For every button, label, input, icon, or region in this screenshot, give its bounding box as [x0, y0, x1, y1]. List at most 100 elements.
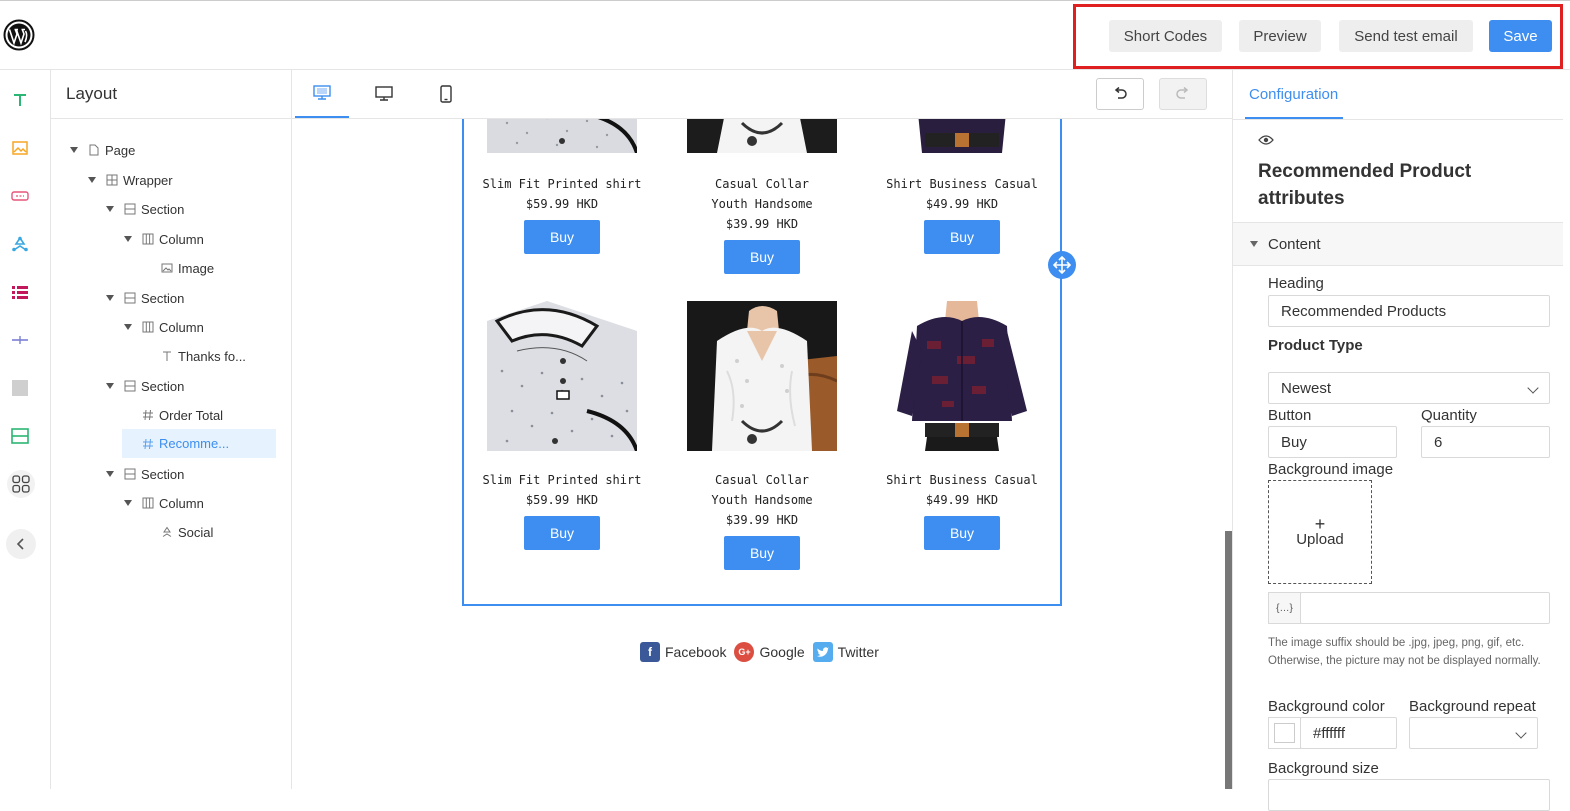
buy-button[interactable]: Buy — [724, 536, 800, 570]
redo-button[interactable] — [1159, 78, 1207, 110]
social-block-icon[interactable] — [9, 233, 31, 255]
tree-item-label: Section — [141, 467, 184, 482]
send-test-email-button[interactable]: Send test email — [1339, 20, 1473, 52]
tree-item-social[interactable]: Social — [161, 521, 213, 543]
hash-icon — [142, 409, 154, 421]
tree-item-image[interactable]: Image — [161, 257, 214, 279]
image-block-icon[interactable] — [9, 137, 31, 159]
background-repeat-label: Background repeat — [1409, 698, 1536, 715]
tree-item-label: Section — [141, 202, 184, 217]
chevron-down-icon — [1515, 727, 1526, 738]
email-canvas: Slim Fit Printed shirt $59.99 HKD Buy Ca… — [292, 119, 1232, 789]
button-text-input[interactable]: Buy — [1268, 426, 1397, 458]
color-swatch[interactable] — [1268, 717, 1301, 749]
button-label: Button — [1268, 407, 1311, 424]
caret-down-icon[interactable] — [124, 236, 132, 242]
social-links: f Facebook G+ Google Twitter — [640, 641, 887, 663]
chevron-down-icon — [1527, 382, 1538, 393]
list-block-icon[interactable] — [9, 281, 31, 303]
caret-down-icon[interactable] — [106, 471, 114, 477]
caret-down-icon[interactable] — [106, 295, 114, 301]
product-card: Casual Collar Youth Handsome $39.99 HKD … — [677, 174, 847, 274]
tree-item-text[interactable]: Thanks fo... — [161, 345, 246, 367]
tree-item-page[interactable]: Page — [70, 139, 135, 161]
wordpress-logo-icon[interactable] — [3, 19, 35, 51]
hash-icon — [142, 438, 154, 450]
preview-button[interactable]: Preview — [1239, 20, 1321, 52]
eye-icon[interactable] — [1258, 134, 1274, 146]
tree-item-recommended[interactable]: Recomme... — [122, 429, 276, 458]
save-button[interactable]: Save — [1489, 20, 1552, 52]
upload-button[interactable]: + Upload — [1268, 480, 1372, 584]
product-price: $39.99 HKD — [677, 214, 847, 234]
divider-block-icon[interactable] — [9, 329, 31, 351]
buy-button[interactable]: Buy — [924, 516, 1000, 550]
social-google[interactable]: G+ Google — [734, 642, 804, 662]
tree-item-wrapper[interactable]: Wrapper — [88, 169, 173, 191]
tree-item-label: Thanks fo... — [178, 349, 246, 364]
product-image-shirt-printed — [487, 119, 637, 153]
tree-item-label: Column — [159, 496, 204, 511]
heading-input[interactable]: Recommended Products — [1268, 295, 1550, 327]
redo-icon — [1175, 87, 1191, 101]
config-divider — [1233, 119, 1563, 120]
tree-item-section[interactable]: Section — [106, 375, 184, 397]
tab-configuration[interactable]: Configuration — [1249, 86, 1338, 103]
tree-item-label: Page — [105, 143, 135, 158]
caret-down-icon[interactable] — [124, 324, 132, 330]
buy-button[interactable]: Buy — [524, 516, 600, 550]
buy-button[interactable]: Buy — [524, 220, 600, 254]
caret-down-icon[interactable] — [106, 206, 114, 212]
product-image-business-casual — [887, 301, 1037, 451]
social-facebook[interactable]: f Facebook — [640, 642, 726, 662]
collapse-panel-button[interactable] — [6, 529, 36, 559]
caret-down-icon[interactable] — [124, 500, 132, 506]
tree-item-label: Wrapper — [123, 173, 173, 188]
wrapper-icon — [106, 174, 118, 186]
buy-button[interactable]: Buy — [724, 240, 800, 274]
caret-down-icon[interactable] — [88, 177, 96, 183]
background-image-url-input[interactable] — [1300, 592, 1550, 624]
section-content-header[interactable]: Content — [1233, 222, 1563, 266]
canvas-scrollbar[interactable] — [1225, 531, 1232, 789]
product-card: Shirt Business Casual $49.99 HKD Buy — [877, 470, 1047, 550]
tree-item-section[interactable]: Section — [106, 198, 184, 220]
tree-item-section[interactable]: Section — [106, 463, 184, 485]
layout-title: Layout — [66, 84, 117, 104]
tab-mobile[interactable] — [419, 70, 473, 118]
social-twitter[interactable]: Twitter — [813, 642, 879, 662]
move-handle-icon[interactable] — [1048, 251, 1076, 279]
social-icon — [161, 526, 173, 538]
product-name: Shirt Business Casual — [877, 174, 1047, 194]
caret-down-icon[interactable] — [106, 383, 114, 389]
background-color-label: Background color — [1268, 698, 1385, 715]
more-blocks-icon[interactable] — [7, 470, 35, 498]
background-color-input[interactable]: #ffffff — [1300, 717, 1397, 749]
layout-divider — [51, 118, 291, 119]
quantity-input[interactable]: 6 — [1421, 426, 1550, 458]
variable-insert-icon[interactable]: {…} — [1268, 592, 1301, 624]
desktop-icon — [375, 86, 393, 102]
short-codes-button[interactable]: Short Codes — [1109, 20, 1222, 52]
section-block-icon[interactable] — [9, 425, 31, 447]
text-icon — [161, 350, 173, 362]
text-block-icon[interactable] — [9, 89, 31, 111]
tree-item-column[interactable]: Column — [124, 492, 204, 514]
caret-down-icon[interactable] — [70, 147, 78, 153]
product-type-select[interactable]: Newest — [1268, 372, 1550, 404]
button-block-icon[interactable] — [9, 185, 31, 207]
tab-responsive[interactable] — [295, 70, 349, 118]
tree-item-column[interactable]: Column — [124, 316, 204, 338]
tab-desktop[interactable] — [357, 70, 411, 118]
tree-item-section[interactable]: Section — [106, 287, 184, 309]
background-repeat-select[interactable] — [1409, 717, 1538, 749]
social-label: Facebook — [665, 644, 726, 660]
product-image-casual-collar — [687, 119, 837, 153]
tree-item-order-total[interactable]: Order Total — [142, 404, 223, 426]
spacer-block-icon[interactable] — [9, 377, 31, 399]
product-name: Slim Fit Printed shirt — [477, 470, 647, 490]
buy-button[interactable]: Buy — [924, 220, 1000, 254]
undo-button[interactable] — [1096, 78, 1144, 110]
tree-item-column[interactable]: Column — [124, 228, 204, 250]
background-size-input[interactable] — [1268, 779, 1550, 811]
